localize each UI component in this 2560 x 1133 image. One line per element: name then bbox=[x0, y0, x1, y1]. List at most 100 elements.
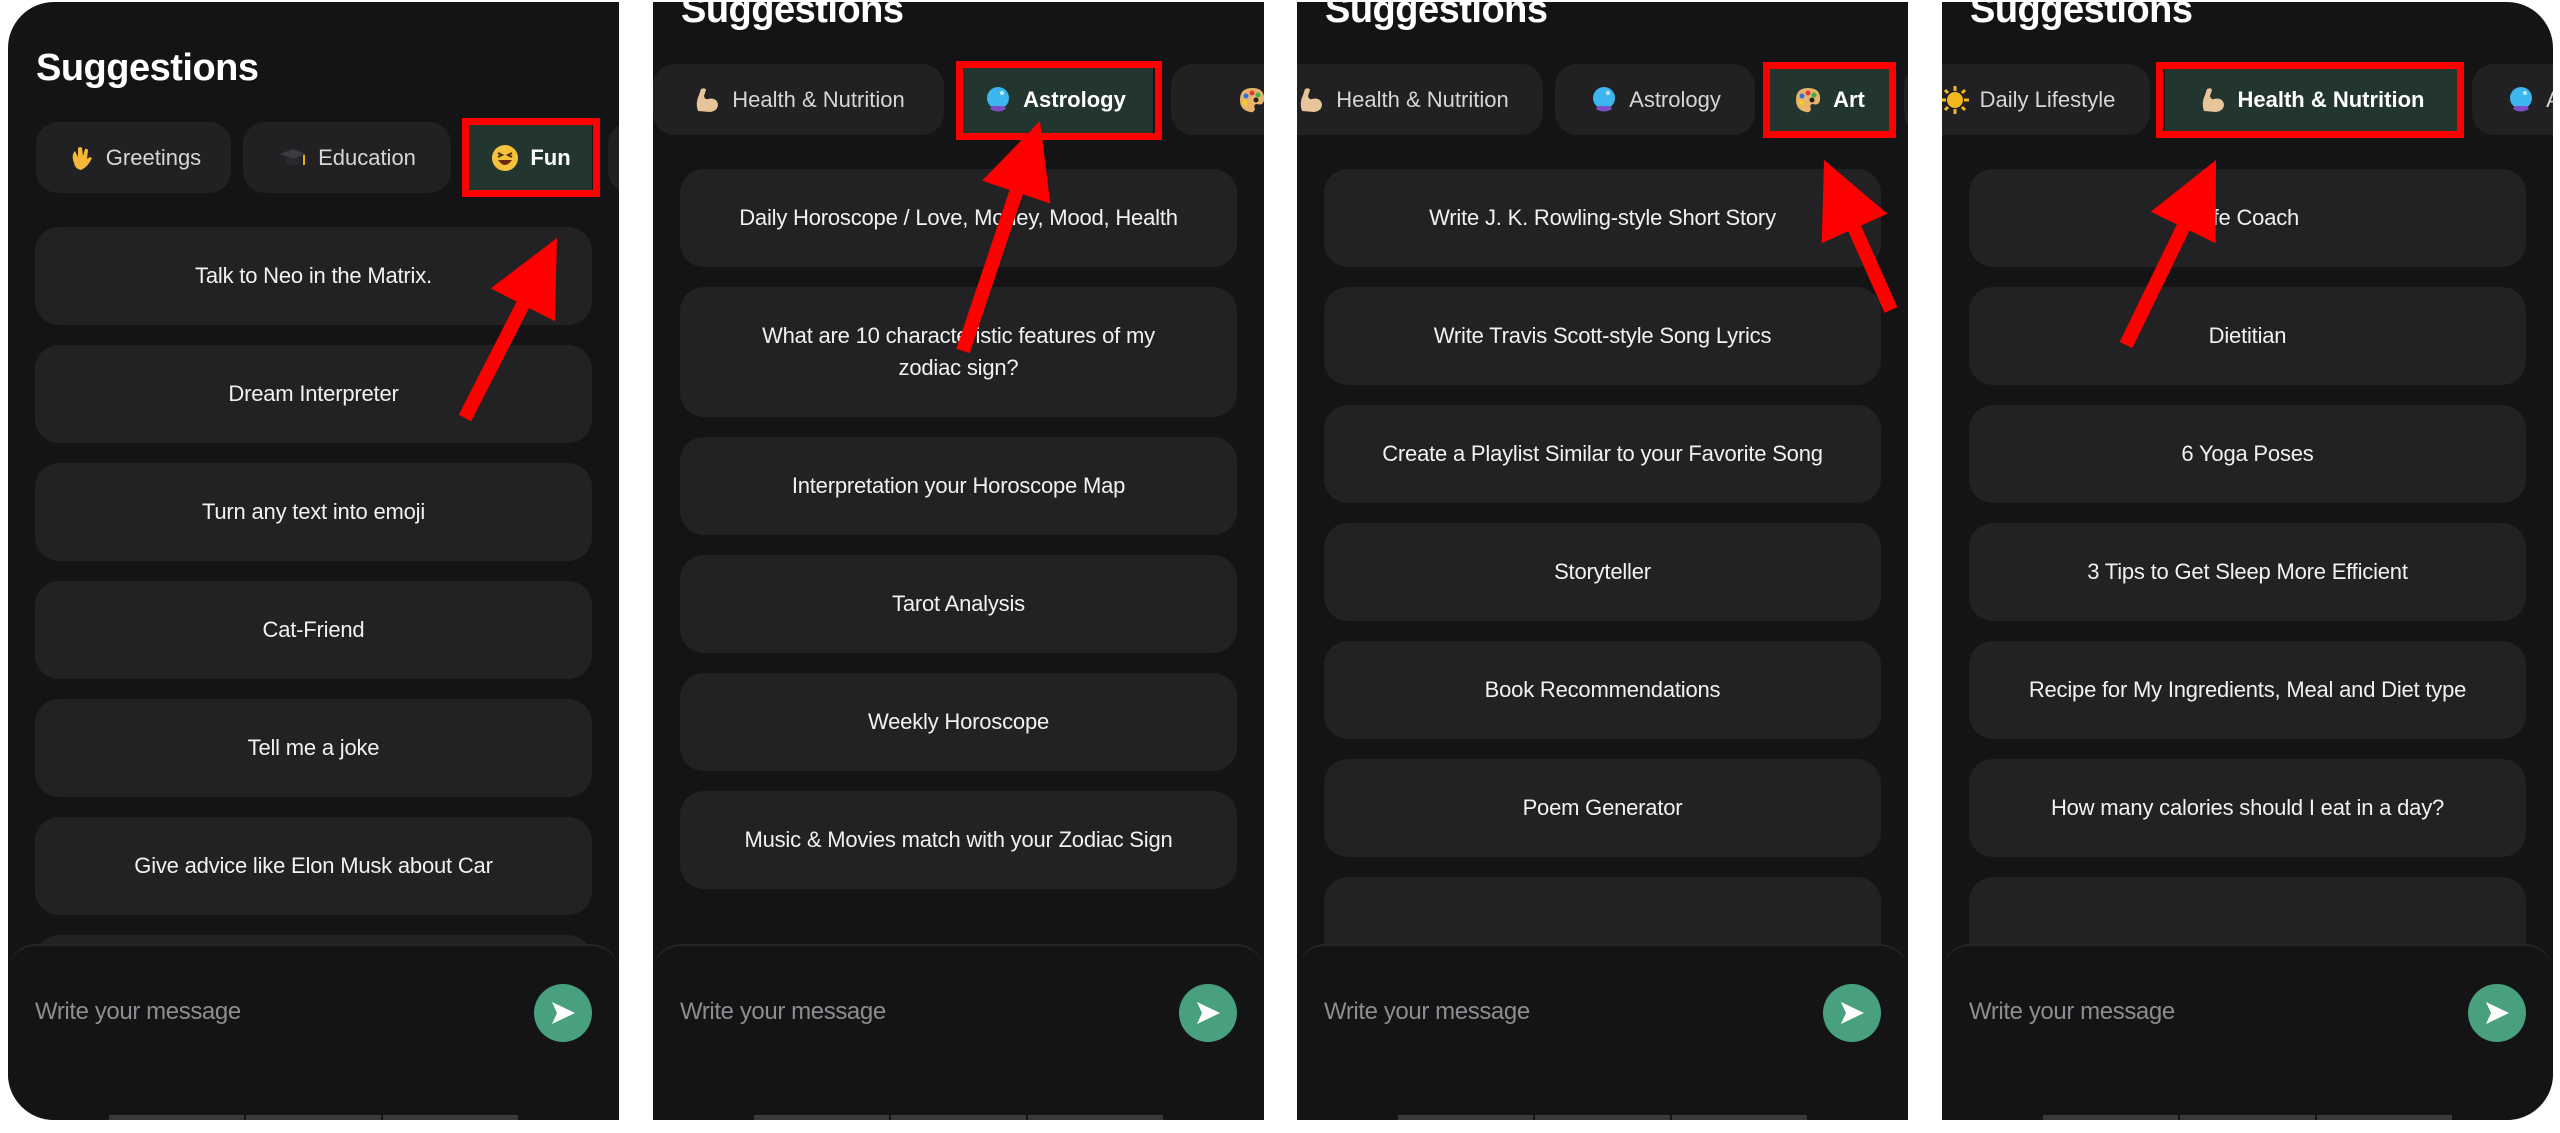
send-button[interactable] bbox=[534, 984, 592, 1042]
category-tab-label: Daily Lifestyle bbox=[1979, 86, 2116, 112]
suggestion-card[interactable]: Tell me a joke bbox=[35, 699, 592, 797]
suggestion-card[interactable]: Turn any text into emoji bbox=[35, 463, 592, 561]
send-icon bbox=[1837, 998, 1867, 1028]
suggestion-list: Talk to Neo in the Matrix. Dream Interpre… bbox=[35, 227, 592, 1033]
send-button[interactable] bbox=[1823, 984, 1881, 1042]
suggestions-panel: Suggestions Daily Lifestyle Health & Nutri… bbox=[1942, 2, 2553, 1120]
suggestion-list: Daily Horoscope / Love, Money, Mood, Hea… bbox=[680, 169, 1237, 889]
page-title: Suggestions bbox=[36, 47, 259, 89]
category-tab-label: Astrology bbox=[1629, 86, 1721, 112]
category-tab-label: Astrology bbox=[2546, 87, 2553, 113]
bottom-nav-bar bbox=[1535, 1115, 1670, 1120]
page-title: Suggestions bbox=[1970, 2, 2193, 31]
suggestion-card[interactable]: Give advice like Elon Musk about Car bbox=[35, 817, 592, 915]
suggestion-card[interactable]: Daily Horoscope / Love, Money, Mood, Hea… bbox=[680, 169, 1237, 267]
category-tab-label: Fun bbox=[530, 144, 571, 170]
bottom-nav-bar bbox=[2180, 1115, 2315, 1120]
send-icon bbox=[1193, 998, 1223, 1028]
category-tab[interactable]: Art bbox=[1171, 64, 1264, 135]
category-tab-label: Health & Nutrition bbox=[2237, 86, 2425, 112]
bottom-nav-bar bbox=[246, 1115, 381, 1120]
suggestion-card[interactable]: Write J. K. Rowling-style Short Story bbox=[1324, 169, 1881, 267]
page-title: Suggestions bbox=[1325, 2, 1548, 31]
category-tab[interactable]: Greetings bbox=[36, 122, 231, 193]
message-composer: Write your message bbox=[1942, 944, 2553, 1120]
suggestion-card[interactable]: Interpretation your Horoscope Map bbox=[680, 437, 1237, 535]
suggestion-list: Life Coach Dietitian 6 Yoga Poses 3 Tips to… bbox=[1969, 169, 2526, 975]
suggestions-panel: Suggestions Health & Nutrition Astrology Ar… bbox=[653, 2, 1264, 1120]
bottom-nav-bar bbox=[383, 1115, 518, 1120]
category-tab[interactable]: Health & Nutrition bbox=[653, 64, 944, 135]
category-tab-label: Art bbox=[1833, 86, 1865, 112]
suggestion-card[interactable]: Book Recommendations bbox=[1324, 641, 1881, 739]
message-input[interactable]: Write your message bbox=[1969, 998, 2175, 1026]
message-composer: Write your message bbox=[1297, 944, 1908, 1120]
artist-palette-icon bbox=[1237, 85, 1264, 115]
category-tab[interactable]: Art bbox=[1766, 64, 1892, 135]
page-title: Suggestions bbox=[681, 2, 904, 31]
category-tab[interactable]: Health & Nutrition bbox=[2165, 64, 2457, 135]
bottom-nav-bar bbox=[1028, 1115, 1163, 1120]
category-tab[interactable]: Fun bbox=[469, 122, 592, 193]
bottom-nav-bar bbox=[1672, 1115, 1807, 1120]
category-tab[interactable]: Daily Lifestyle bbox=[1942, 64, 2150, 135]
message-composer: Write your message bbox=[653, 944, 1264, 1120]
suggestion-card[interactable]: Life Coach bbox=[1969, 169, 2526, 267]
category-tab[interactable] bbox=[1904, 64, 1908, 135]
flexed-biceps-icon bbox=[1297, 85, 1326, 115]
category-tab[interactable]: Astrology bbox=[956, 64, 1153, 135]
category-tab[interactable]: Education bbox=[243, 122, 451, 193]
suggestion-card[interactable]: 3 Tips to Get Sleep More Efficient bbox=[1969, 523, 2526, 621]
suggestions-panel: Suggestions Greetings Education Fun Talk to … bbox=[8, 2, 619, 1120]
message-composer: Write your message bbox=[8, 944, 619, 1120]
bottom-nav-bar bbox=[754, 1115, 889, 1120]
category-tab[interactable]: Health & Nutrition bbox=[1297, 64, 1543, 135]
sun-icon bbox=[1942, 85, 1970, 115]
suggestion-card[interactable]: What are 10 characteristic features of m… bbox=[680, 287, 1237, 417]
graduation-cap-icon bbox=[278, 143, 308, 173]
category-tab[interactable]: Astrology bbox=[1555, 64, 1755, 135]
laughing-face-icon bbox=[490, 143, 520, 173]
bottom-nav-bar bbox=[2317, 1115, 2452, 1120]
flexed-biceps-icon bbox=[692, 85, 722, 115]
suggestions-panel: Suggestions Health & Nutrition Astrology Ar… bbox=[1297, 2, 1908, 1120]
suggestion-card[interactable]: 6 Yoga Poses bbox=[1969, 405, 2526, 503]
category-tab-label: Astrology bbox=[1023, 86, 1126, 112]
message-input[interactable]: Write your message bbox=[35, 998, 241, 1026]
category-tab[interactable]: Astrology bbox=[2472, 64, 2553, 135]
waving-hand-icon bbox=[66, 143, 96, 173]
bottom-nav-bar bbox=[1398, 1115, 1533, 1120]
suggestion-card[interactable]: Music & Movies match with your Zodiac Si… bbox=[680, 791, 1237, 889]
suggestion-card[interactable]: Cat-Friend bbox=[35, 581, 592, 679]
bottom-nav-bar bbox=[891, 1115, 1026, 1120]
suggestion-card[interactable]: Dream Interpreter bbox=[35, 345, 592, 443]
suggestion-card[interactable]: Write Travis Scott-style Song Lyrics bbox=[1324, 287, 1881, 385]
suggestion-card[interactable]: Tarot Analysis bbox=[680, 555, 1237, 653]
suggestion-card[interactable]: Create a Playlist Similar to your Favori… bbox=[1324, 405, 1881, 503]
crystal-ball-icon bbox=[1589, 85, 1619, 115]
crystal-ball-icon bbox=[983, 85, 1013, 115]
send-icon bbox=[2482, 998, 2512, 1028]
suggestion-list: Write J. K. Rowling-style Short Story Wri… bbox=[1324, 169, 1881, 975]
send-button[interactable] bbox=[2468, 984, 2526, 1042]
suggestion-card[interactable]: Poem Generator bbox=[1324, 759, 1881, 857]
message-input[interactable]: Write your message bbox=[1324, 998, 1530, 1026]
suggestion-card[interactable]: Weekly Horoscope bbox=[680, 673, 1237, 771]
bottom-nav-bar bbox=[2043, 1115, 2178, 1120]
message-input[interactable]: Write your message bbox=[680, 998, 886, 1026]
suggestion-card[interactable]: Talk to Neo in the Matrix. bbox=[35, 227, 592, 325]
category-tab-label: Education bbox=[318, 144, 416, 170]
category-tab[interactable] bbox=[608, 122, 619, 193]
suggestion-card[interactable]: How many calories should I eat in a day? bbox=[1969, 759, 2526, 857]
suggestion-card[interactable]: Storyteller bbox=[1324, 523, 1881, 621]
send-icon bbox=[548, 998, 578, 1028]
send-button[interactable] bbox=[1179, 984, 1237, 1042]
suggestion-card[interactable]: Recipe for My Ingredients, Meal and Diet… bbox=[1969, 641, 2526, 739]
category-tab-label: Health & Nutrition bbox=[732, 86, 905, 112]
flexed-biceps-icon bbox=[2198, 85, 2228, 115]
artist-palette-icon bbox=[1793, 85, 1823, 115]
bottom-nav-bar bbox=[109, 1115, 244, 1120]
category-tab-label: Greetings bbox=[105, 144, 202, 170]
crystal-ball-icon bbox=[2506, 85, 2536, 115]
suggestion-card[interactable]: Dietitian bbox=[1969, 287, 2526, 385]
